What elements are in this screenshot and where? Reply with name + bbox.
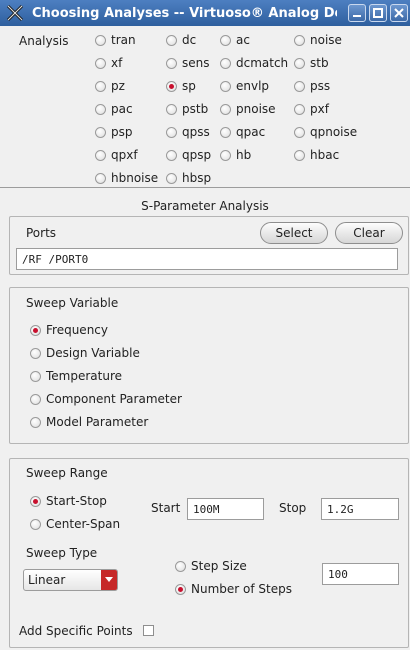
start-label: Start xyxy=(151,501,181,515)
analysis-radio-pstb[interactable] xyxy=(166,104,177,115)
analysis-option-label[interactable]: hbac xyxy=(310,148,339,162)
sweep-variable-option-label[interactable]: Model Parameter xyxy=(46,415,148,429)
analysis-option-label[interactable]: hb xyxy=(236,148,251,162)
sweep-variable-option-radio[interactable] xyxy=(30,325,41,336)
analysis-radio-pac[interactable] xyxy=(95,104,106,115)
stop-input[interactable]: 1.2G xyxy=(321,498,399,520)
add-points-label: Add Specific Points xyxy=(19,624,133,638)
analysis-radio-qpnoise[interactable] xyxy=(294,127,305,138)
analysis-option-label[interactable]: pac xyxy=(111,102,133,116)
analysis-radio-qpsp[interactable] xyxy=(166,150,177,161)
analysis-option-label[interactable]: qpss xyxy=(182,125,210,139)
ports-input[interactable]: /RF /PORT0 xyxy=(16,248,398,270)
maximize-icon[interactable] xyxy=(369,4,387,22)
analysis-option-label[interactable]: pxf xyxy=(310,102,329,116)
analysis-radio-sp[interactable] xyxy=(166,81,177,92)
step-option-radio[interactable] xyxy=(175,561,186,572)
analysis-option-label[interactable]: noise xyxy=(310,33,342,47)
analysis-option-label[interactable]: xf xyxy=(111,56,122,70)
sweep-range-option-radio[interactable] xyxy=(30,496,41,507)
sweep-variable-option-radio[interactable] xyxy=(30,348,41,359)
analysis-radio-pxf[interactable] xyxy=(294,104,305,115)
analysis-radio-tran[interactable] xyxy=(95,35,106,46)
analysis-radio-xf[interactable] xyxy=(95,58,106,69)
step-option-label[interactable]: Step Size xyxy=(191,559,247,573)
sweep-range-option-label[interactable]: Start-Stop xyxy=(46,494,107,508)
analysis-radio-ac[interactable] xyxy=(220,35,231,46)
sweep-type-value: Linear xyxy=(28,573,66,587)
sweep-variable-option-label[interactable]: Frequency xyxy=(46,323,108,337)
select-button[interactable]: Select xyxy=(260,222,328,244)
analysis-option-label[interactable]: qpsp xyxy=(182,148,211,162)
sweep-range-option-radio[interactable] xyxy=(30,519,41,530)
analysis-option-label[interactable]: envlp xyxy=(236,79,269,93)
divider xyxy=(0,187,410,188)
analysis-radio-hb[interactable] xyxy=(220,150,231,161)
section-heading: S-Parameter Analysis xyxy=(141,199,269,213)
analysis-option-label[interactable]: ac xyxy=(236,33,250,47)
chevron-down-icon[interactable] xyxy=(101,570,117,590)
sweep-variable-option-label[interactable]: Temperature xyxy=(46,369,122,383)
analysis-radio-sens[interactable] xyxy=(166,58,177,69)
analysis-option-label[interactable]: hbsp xyxy=(182,171,211,185)
analysis-option-label[interactable]: pnoise xyxy=(236,102,276,116)
analysis-option-label[interactable]: sens xyxy=(182,56,210,70)
sweep-type-dropdown[interactable]: Linear xyxy=(23,569,118,591)
analysis-radio-qpxf[interactable] xyxy=(95,150,106,161)
start-input[interactable]: 100M xyxy=(187,498,264,520)
analysis-radio-hbnoise[interactable] xyxy=(95,173,106,184)
analysis-option-label[interactable]: qpxf xyxy=(111,148,138,162)
analysis-option-label[interactable]: hbnoise xyxy=(111,171,158,185)
analysis-radio-dc[interactable] xyxy=(166,35,177,46)
add-points-checkbox[interactable] xyxy=(143,625,154,636)
analysis-option-label[interactable]: sp xyxy=(182,79,196,93)
analysis-option-label[interactable]: pz xyxy=(111,79,125,93)
close-icon[interactable] xyxy=(390,4,408,22)
analysis-radio-hbsp[interactable] xyxy=(166,173,177,184)
analysis-label: Analysis xyxy=(19,34,69,48)
analysis-radio-envlp[interactable] xyxy=(220,81,231,92)
analysis-radio-hbac[interactable] xyxy=(294,150,305,161)
ports-label: Ports xyxy=(26,226,57,240)
analysis-radio-pz[interactable] xyxy=(95,81,106,92)
analysis-option-label[interactable]: stb xyxy=(310,56,329,70)
analysis-radio-dcmatch[interactable] xyxy=(220,58,231,69)
clear-button[interactable]: Clear xyxy=(335,222,403,244)
analysis-option-label[interactable]: dc xyxy=(182,33,196,47)
sweep-variable-option-radio[interactable] xyxy=(30,371,41,382)
analysis-radio-pss[interactable] xyxy=(294,81,305,92)
step-option-radio[interactable] xyxy=(175,584,186,595)
analysis-option-label[interactable]: qpac xyxy=(236,125,265,139)
sweep-variable-option-radio[interactable] xyxy=(30,417,41,428)
app-icon[interactable] xyxy=(4,2,26,24)
analysis-option-label[interactable]: tran xyxy=(111,33,136,47)
analysis-radio-psp[interactable] xyxy=(95,127,106,138)
minimize-icon[interactable] xyxy=(348,4,366,22)
sweep-variable-option-radio[interactable] xyxy=(30,394,41,405)
title-bar: Choosing Analyses -- Virtuoso® Analog De… xyxy=(0,0,410,26)
analysis-radio-pnoise[interactable] xyxy=(220,104,231,115)
analysis-radio-qpac[interactable] xyxy=(220,127,231,138)
analysis-radio-stb[interactable] xyxy=(294,58,305,69)
analysis-option-label[interactable]: pss xyxy=(310,79,330,93)
analysis-option-label[interactable]: qpnoise xyxy=(310,125,357,139)
sweep-variable-option-label[interactable]: Component Parameter xyxy=(46,392,182,406)
analysis-radio-noise[interactable] xyxy=(294,35,305,46)
sweep-variable-option-label[interactable]: Design Variable xyxy=(46,346,140,360)
analysis-option-label[interactable]: dcmatch xyxy=(236,56,288,70)
sweep-range-option-label[interactable]: Center-Span xyxy=(46,517,120,531)
analysis-option-label[interactable]: pstb xyxy=(182,102,208,116)
stop-label: Stop xyxy=(279,501,307,515)
sweep-type-label: Sweep Type xyxy=(26,546,98,560)
analysis-option-label[interactable]: psp xyxy=(111,125,133,139)
step-option-label[interactable]: Number of Steps xyxy=(191,582,292,596)
window-title: Choosing Analyses -- Virtuoso® Analog De… xyxy=(32,5,337,21)
sweep-variable-label: Sweep Variable xyxy=(26,296,119,310)
sweep-range-label: Sweep Range xyxy=(26,466,108,480)
steps-input[interactable]: 100 xyxy=(322,563,399,585)
analysis-radio-qpss[interactable] xyxy=(166,127,177,138)
